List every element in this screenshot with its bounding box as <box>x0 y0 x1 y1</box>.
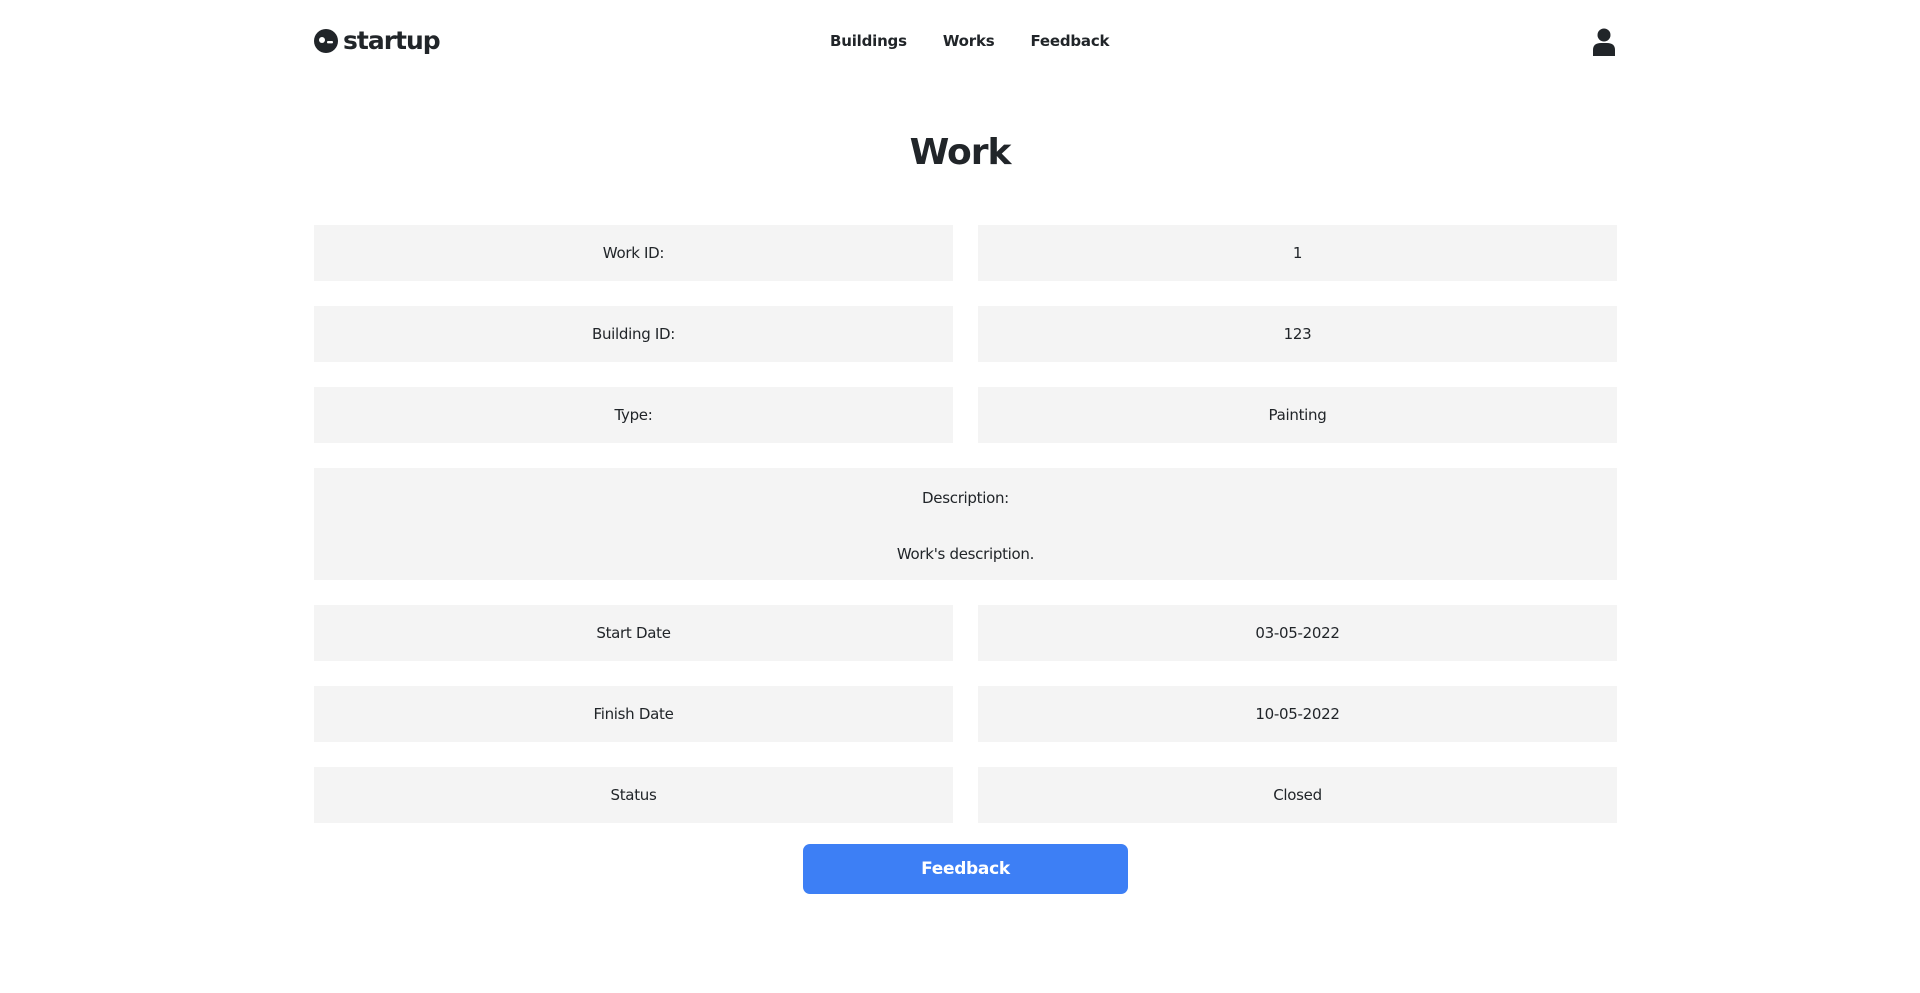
building-id-label: Building ID: <box>314 306 953 362</box>
start-date-value: 03-05-2022 <box>978 605 1617 661</box>
nav-link-works[interactable]: Works <box>925 30 1013 52</box>
work-id-label: Work ID: <box>314 225 953 281</box>
status-label: Status <box>314 767 953 823</box>
nav-link-buildings[interactable]: Buildings <box>830 30 925 52</box>
brand-name: startup <box>343 26 441 55</box>
description-label: Description: <box>922 489 1009 507</box>
description-box: Description: Work's description. <box>314 468 1617 580</box>
type-value: Painting <box>978 387 1617 443</box>
top-navbar: startup Buildings Works Feedback <box>0 0 1920 80</box>
page-title: Work <box>909 132 1012 173</box>
brand-link[interactable]: startup <box>314 26 441 56</box>
brand-logo-icon <box>314 29 338 53</box>
main-nav: Buildings Works Feedback <box>830 30 1127 52</box>
user-account-icon[interactable] <box>1593 28 1615 56</box>
feedback-button[interactable]: Feedback <box>803 844 1128 894</box>
work-id-value: 1 <box>978 225 1617 281</box>
finish-date-label: Finish Date <box>314 686 953 742</box>
building-id-value: 123 <box>978 306 1617 362</box>
finish-date-value: 10-05-2022 <box>978 686 1617 742</box>
start-date-label: Start Date <box>314 605 953 661</box>
description-value: Work's description. <box>896 545 1035 563</box>
nav-link-feedback[interactable]: Feedback <box>1012 30 1127 52</box>
status-value: Closed <box>978 767 1617 823</box>
type-label: Type: <box>314 387 953 443</box>
